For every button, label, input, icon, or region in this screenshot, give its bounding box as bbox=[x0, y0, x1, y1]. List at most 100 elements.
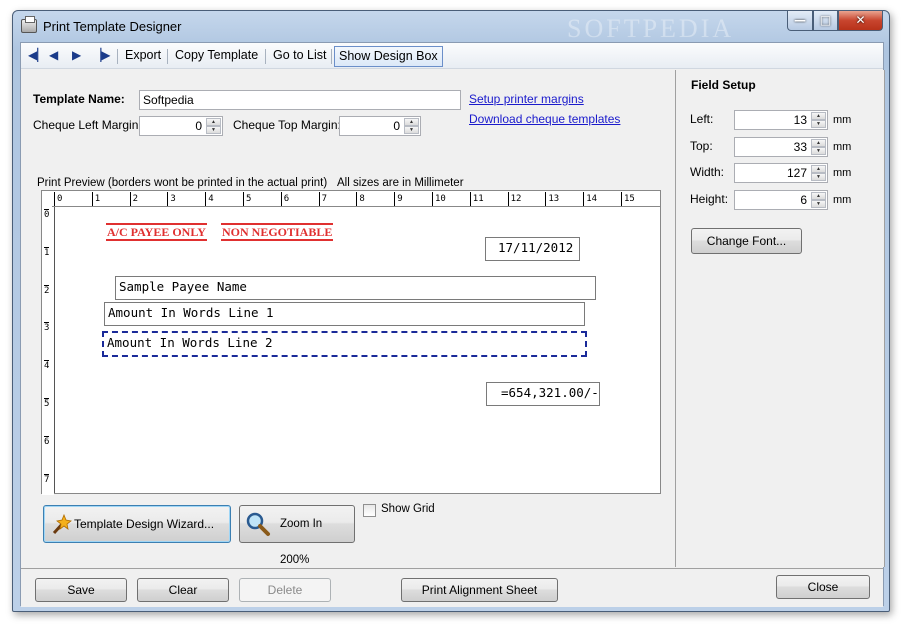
spin-arrows-icon[interactable]: ▲ ▼ bbox=[811, 192, 826, 208]
download-templates-link[interactable]: Download cheque templates bbox=[469, 112, 620, 126]
h-ruler-tick: 3 bbox=[167, 192, 176, 206]
amount-words-line1-field[interactable]: Amount In Words Line 1 bbox=[104, 302, 585, 326]
top-margin-value: 0 bbox=[393, 119, 400, 133]
height-label: Height: bbox=[690, 192, 729, 206]
left-margin-label: Cheque Left Margin: bbox=[33, 118, 142, 132]
maximize-button[interactable]: □ bbox=[813, 11, 838, 31]
spin-arrows-icon[interactable]: ▲ ▼ bbox=[811, 112, 826, 128]
h-ruler-tick: 1 bbox=[91, 192, 100, 206]
h-ruler-tick: 8 bbox=[356, 192, 365, 206]
left-label: Left: bbox=[690, 112, 714, 126]
delete-button[interactable]: Delete bbox=[239, 578, 331, 602]
setup-printer-margins-link[interactable]: Setup printer margins bbox=[469, 92, 584, 106]
v-ruler-tick: 0 bbox=[44, 209, 50, 220]
printer-icon bbox=[21, 16, 37, 33]
client-area: ◀▏ ◀ ▶ ▕▶ Export Copy Template Go to Lis… bbox=[20, 42, 885, 607]
height-unit: mm bbox=[833, 194, 852, 206]
h-ruler-tick: 6 bbox=[280, 192, 289, 206]
amount-words-line2-field[interactable]: Amount In Words Line 2 bbox=[102, 331, 587, 357]
payee-only-stamp[interactable]: A/C PAYEE ONLY bbox=[106, 223, 207, 241]
show-grid-checkbox[interactable] bbox=[363, 504, 376, 517]
designer-panel: Template Name: Softpedia Setup printer m… bbox=[21, 70, 674, 567]
left-value: 13 bbox=[793, 113, 807, 127]
top-stepper[interactable]: 33 ▲ ▼ bbox=[734, 137, 828, 157]
minimize-icon: — bbox=[794, 13, 806, 27]
clear-button[interactable]: Clear bbox=[137, 578, 229, 602]
h-ruler-tick: 4 bbox=[205, 192, 214, 206]
toolbar-separator bbox=[331, 49, 332, 64]
app-window: Print Template Designer SOFTPEDIA — □ ✕ … bbox=[12, 10, 890, 612]
minimize-button[interactable]: — bbox=[787, 11, 813, 31]
export-button[interactable]: Export bbox=[121, 46, 165, 67]
change-font-button[interactable]: Change Font... bbox=[691, 228, 802, 254]
spin-arrows-icon[interactable]: ▲ ▼ bbox=[811, 165, 826, 181]
wand-icon bbox=[52, 513, 72, 535]
width-stepper[interactable]: 127 ▲ ▼ bbox=[734, 163, 828, 183]
save-button[interactable]: Save bbox=[35, 578, 127, 602]
height-stepper[interactable]: 6 ▲ ▼ bbox=[734, 190, 828, 210]
v-ruler-tick: 5 bbox=[44, 398, 50, 409]
h-ruler-tick: 14 bbox=[583, 192, 597, 206]
left-stepper[interactable]: 13 ▲ ▼ bbox=[734, 110, 828, 130]
watermark: SOFTPEDIA bbox=[567, 14, 735, 43]
v-ruler-tick: 4 bbox=[44, 360, 50, 372]
last-record-icon[interactable]: ▕▶ bbox=[92, 48, 110, 62]
h-ruler-tick: 11 bbox=[469, 192, 484, 206]
payee-field[interactable]: Sample Payee Name bbox=[115, 276, 596, 300]
bottom-bar: Save Clear Delete Print Alignment Sheet … bbox=[21, 568, 883, 607]
left-margin-value: 0 bbox=[195, 119, 202, 133]
title-bar: Print Template Designer SOFTPEDIA — □ ✕ bbox=[13, 11, 889, 43]
print-alignment-button[interactable]: Print Alignment Sheet bbox=[401, 578, 558, 602]
h-ruler-tick: 0 bbox=[54, 192, 62, 206]
spin-arrows-icon[interactable]: ▲ ▼ bbox=[206, 118, 221, 134]
top-unit: mm bbox=[833, 141, 852, 153]
cheque-canvas: A/C PAYEE ONLY NON NEGOTIABLE 17/11/2012… bbox=[54, 207, 661, 493]
h-ruler-tick: 12 bbox=[507, 192, 521, 206]
prev-record-icon[interactable]: ◀ bbox=[49, 48, 58, 62]
field-setup-title: Field Setup bbox=[691, 78, 756, 92]
v-ruler-tick: 3 bbox=[44, 322, 50, 334]
toolbar: ◀▏ ◀ ▶ ▕▶ Export Copy Template Go to Lis… bbox=[21, 43, 883, 69]
copy-template-button[interactable]: Copy Template bbox=[171, 46, 262, 67]
spin-arrows-icon[interactable]: ▲ ▼ bbox=[811, 139, 826, 155]
toolbar-separator bbox=[167, 49, 168, 64]
show-design-box-button[interactable]: Show Design Box bbox=[334, 46, 443, 67]
vertical-ruler: 0 1 2 3 4 5 6 7 bbox=[42, 207, 54, 495]
width-value: 127 bbox=[786, 166, 807, 180]
v-ruler-tick: 7 bbox=[44, 473, 50, 485]
spin-arrows-icon[interactable]: ▲ ▼ bbox=[404, 118, 419, 134]
top-margin-label: Cheque Top Margin: bbox=[233, 118, 341, 132]
show-grid-label: Show Grid bbox=[381, 503, 435, 515]
h-ruler-tick: 5 bbox=[243, 192, 251, 206]
non-negotiable-stamp[interactable]: NON NEGOTIABLE bbox=[221, 223, 334, 241]
date-field[interactable]: 17/11/2012 bbox=[485, 237, 580, 261]
maximize-icon: □ bbox=[819, 13, 832, 27]
go-to-list-button[interactable]: Go to List bbox=[269, 46, 331, 67]
template-name-label: Template Name: bbox=[33, 92, 125, 106]
zoom-button[interactable]: Zoom In 200% bbox=[239, 505, 355, 566]
amount-field[interactable]: =654,321.00/- bbox=[486, 382, 600, 406]
width-unit: mm bbox=[833, 167, 852, 179]
top-margin-stepper[interactable]: 0 ▲ ▼ bbox=[339, 116, 421, 136]
v-ruler-tick: 2 bbox=[44, 284, 50, 296]
print-preview: 0 1 2 3 4 5 6 7 8 9 10 11 12 13 14 15 01234567 A/C PAYE… bbox=[41, 190, 661, 495]
template-wizard-button[interactable]: Template Design Wizard... bbox=[43, 505, 231, 543]
height-value: 6 bbox=[800, 193, 807, 207]
close-button[interactable]: Close bbox=[776, 575, 870, 599]
v-ruler-tick: 6 bbox=[44, 435, 50, 447]
wizard-label: Template Design Wizard... bbox=[74, 517, 215, 531]
horizontal-ruler: 0 1 2 3 4 5 6 7 8 9 10 11 12 13 14 15 bbox=[52, 191, 660, 207]
top-value: 33 bbox=[793, 140, 807, 154]
left-unit: mm bbox=[833, 114, 852, 126]
left-margin-stepper[interactable]: 0 ▲ ▼ bbox=[139, 116, 223, 136]
first-record-icon[interactable]: ◀▏ bbox=[28, 48, 46, 62]
close-icon: ✕ bbox=[855, 13, 866, 27]
template-name-input[interactable]: Softpedia bbox=[139, 90, 461, 110]
h-ruler-tick: 7 bbox=[318, 192, 327, 206]
close-window-button[interactable]: ✕ bbox=[838, 11, 883, 31]
h-ruler-tick: 10 bbox=[432, 192, 446, 206]
next-record-icon[interactable]: ▶ bbox=[72, 48, 81, 62]
field-setup-panel: Field Setup Left: 13 ▲ ▼ mm Top: 33 ▲ ▼ mm… bbox=[675, 70, 885, 567]
width-label: Width: bbox=[690, 165, 725, 179]
toolbar-separator bbox=[265, 49, 266, 64]
